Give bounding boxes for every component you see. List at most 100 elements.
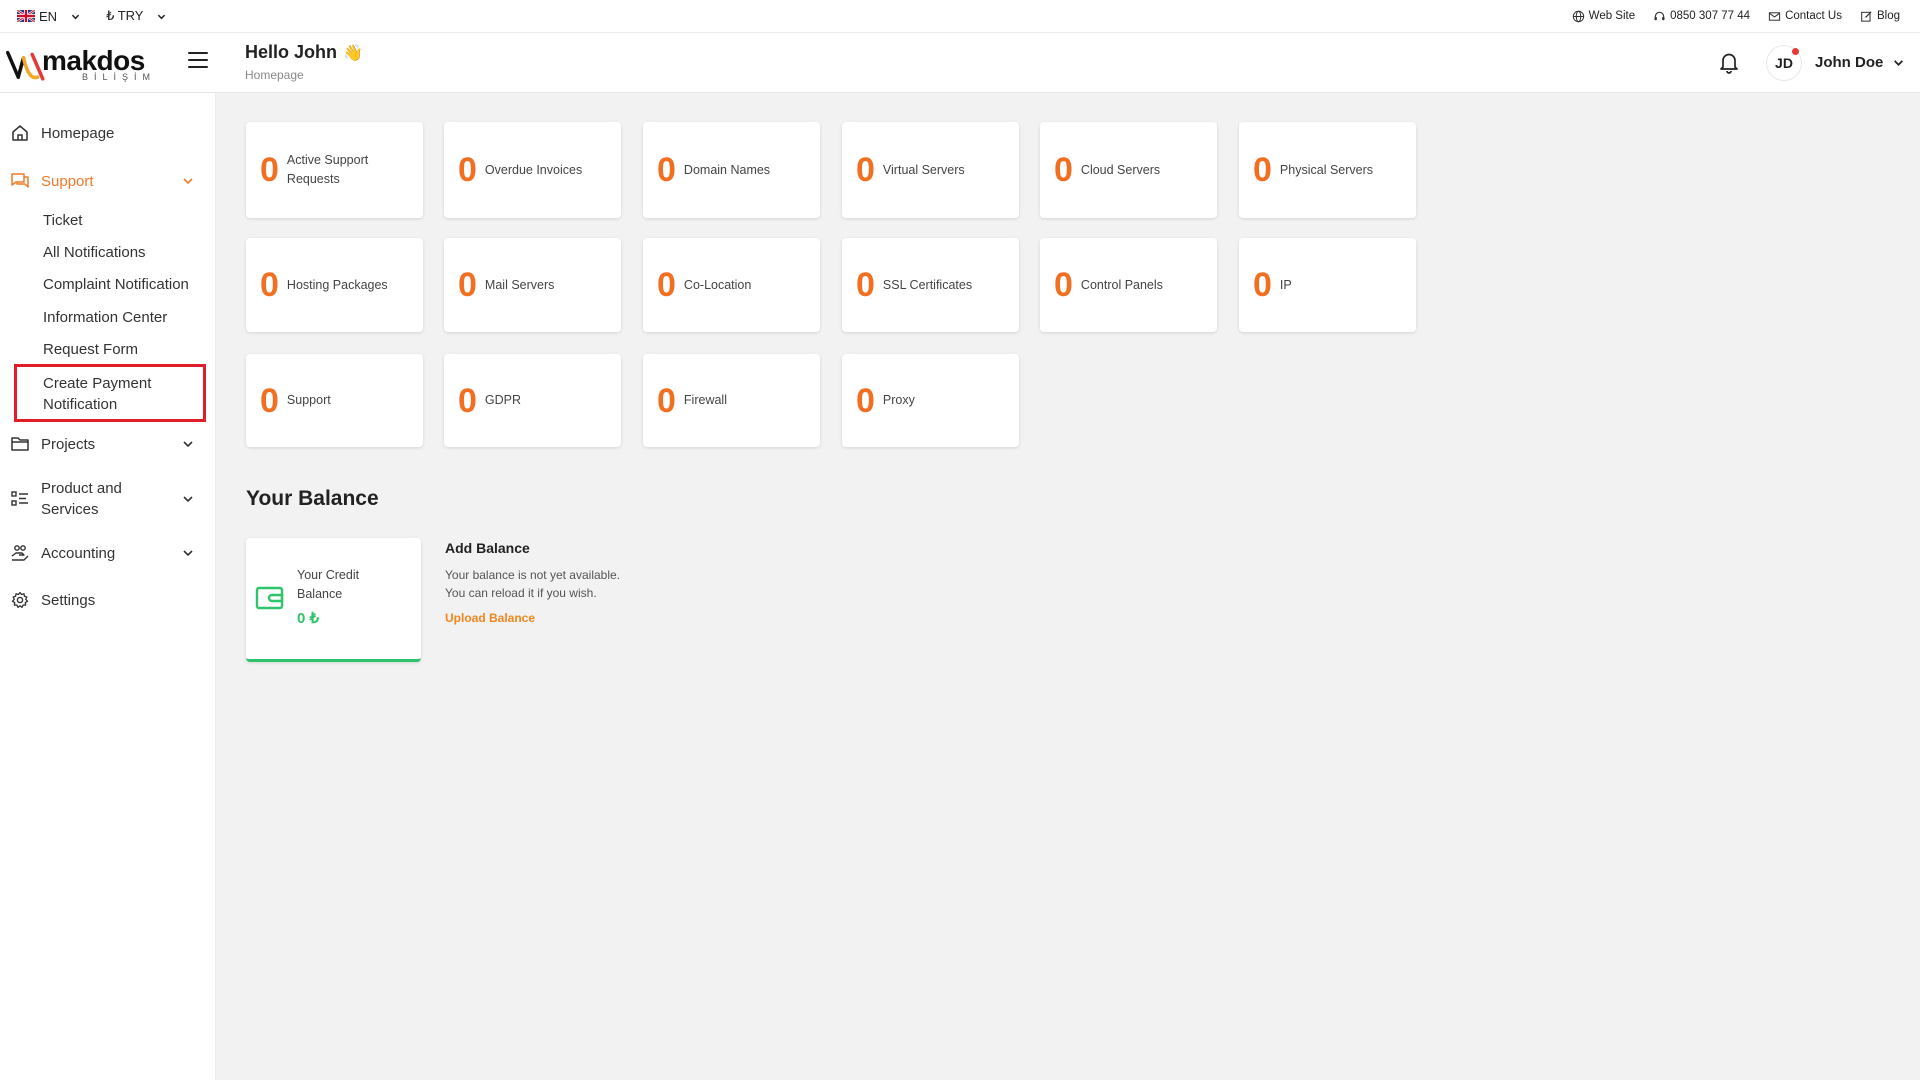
main-header: makdos BİLİŞİM Hello John 👋 Homepage JD …: [0, 33, 1920, 93]
card-proxy[interactable]: 0 Proxy: [842, 354, 1019, 447]
sidebar-item-product-and-services[interactable]: Product and Services: [0, 478, 216, 520]
makdos-logo[interactable]: makdos BİLİŞİM: [6, 43, 156, 85]
sidebar-item-homepage[interactable]: Homepage: [0, 123, 216, 143]
currency-label: ₺ TRY: [106, 8, 144, 23]
edit-icon: [1861, 10, 1872, 22]
card-label: Co-Location: [683, 277, 752, 292]
sidebar-item-label: Homepage: [41, 124, 115, 142]
card-count: 0: [1253, 151, 1272, 189]
sidebar-item-settings[interactable]: Settings: [0, 590, 216, 610]
add-balance-section: Add Balance Your balance is not yet avai…: [445, 540, 620, 627]
sidebar-subitem-all-notifications[interactable]: All Notifications: [43, 244, 146, 261]
card-mail-servers[interactable]: 0 Mail Servers: [444, 238, 621, 332]
card-count: 0: [458, 266, 477, 304]
card-control-panels[interactable]: 0 Control Panels: [1040, 238, 1217, 332]
sidebar-subitem-request-form[interactable]: Request Form: [43, 341, 138, 358]
card-gdpr[interactable]: 0 GDPR: [444, 354, 621, 447]
card-virtual-servers[interactable]: 0 Virtual Servers: [842, 122, 1019, 218]
card-count: 0: [1253, 266, 1272, 304]
notification-dot: [1792, 48, 1799, 55]
card-ssl-certificates[interactable]: 0 SSL Certificates: [842, 238, 1019, 332]
contact-link[interactable]: Contact Us: [1768, 10, 1842, 23]
card-count: 0: [260, 266, 279, 304]
mail-icon: [1768, 11, 1781, 21]
menu-toggle-icon[interactable]: [188, 52, 208, 70]
blog-link[interactable]: Blog: [1860, 10, 1900, 23]
blog-label: Blog: [1876, 10, 1900, 22]
sidebar-item-label: Projects: [41, 435, 96, 453]
contact-label: Contact Us: [1785, 10, 1842, 22]
card-firewall[interactable]: 0 Firewall: [643, 354, 820, 447]
currency-selector[interactable]: ₺ TRY: [106, 8, 166, 24]
sidebar: Homepage Support Ticket All Notification…: [0, 93, 216, 1080]
credit-balance-card: Your Credit Balance 0 ₺: [246, 538, 421, 662]
sidebar-item-accounting[interactable]: Accounting: [0, 543, 216, 563]
card-cloud-servers[interactable]: 0 Cloud Servers: [1040, 122, 1217, 218]
phone-link[interactable]: 0850 307 77 44: [1653, 10, 1750, 23]
card-label: GDPR: [484, 393, 522, 408]
accounting-icon: [11, 545, 29, 561]
sidebar-item-label: Support: [41, 172, 94, 190]
balance-title: Your Balance: [246, 487, 379, 510]
chevron-down-icon: [71, 14, 80, 19]
card-active-support-requests[interactable]: 0 Active Support Requests: [246, 122, 423, 218]
home-icon: [12, 125, 28, 141]
sidebar-subitem-information-center[interactable]: Information Center: [43, 309, 167, 326]
credit-balance-label: Your Credit Balance: [297, 568, 360, 602]
avatar-initials: JD: [1775, 55, 1793, 71]
card-label: Firewall: [683, 393, 727, 408]
sidebar-subitem-ticket[interactable]: Ticket: [43, 212, 82, 229]
card-count: 0: [1054, 266, 1073, 304]
card-ip[interactable]: 0 IP: [1239, 238, 1416, 332]
website-link[interactable]: Web Site: [1572, 10, 1635, 23]
logo-text: makdos: [41, 44, 145, 76]
user-menu[interactable]: John Doe: [1815, 54, 1904, 71]
language-selector[interactable]: EN: [17, 9, 80, 24]
sidebar-item-label: Product and Services: [41, 480, 122, 518]
chevron-down-icon: [158, 14, 166, 19]
card-count: 0: [657, 266, 676, 304]
card-label: Active Support Requests: [286, 153, 369, 186]
add-balance-text-line-1: Your balance is not yet available.: [445, 568, 621, 582]
card-physical-servers[interactable]: 0 Physical Servers: [1239, 122, 1416, 218]
card-count: 0: [856, 151, 875, 189]
card-count: 0: [458, 151, 477, 189]
language-label: EN: [39, 8, 58, 24]
wallet-icon: [255, 586, 284, 610]
card-label: Hosting Packages: [286, 277, 388, 292]
sidebar-item-projects[interactable]: Projects: [0, 434, 216, 454]
card-support[interactable]: 0 Support: [246, 354, 423, 447]
sidebar-item-support[interactable]: Support: [0, 171, 216, 191]
card-count: 0: [458, 381, 477, 420]
bell-icon[interactable]: [1718, 50, 1740, 74]
card-count: 0: [260, 151, 279, 189]
card-count: 0: [1054, 151, 1073, 189]
folder-icon: [11, 437, 29, 451]
card-hosting-packages[interactable]: 0 Hosting Packages: [246, 238, 423, 332]
logo-subtext: BİLİŞİM: [81, 71, 156, 82]
card-overdue-invoices[interactable]: 0 Overdue Invoices: [444, 122, 621, 218]
chevron-down-icon: [183, 496, 193, 503]
top-utility-bar: EN ₺ TRY Web Site 0850 307 77 44 Contact…: [0, 0, 1920, 33]
card-label: Domain Names: [683, 162, 771, 177]
card-domain-names[interactable]: 0 Domain Names: [643, 122, 820, 218]
chat-icon: [11, 173, 29, 188]
uk-flag-icon: [17, 10, 35, 22]
avatar[interactable]: JD: [1766, 45, 1802, 81]
wave-emoji-icon: 👋: [343, 44, 363, 62]
sidebar-item-label: Settings: [41, 591, 96, 609]
upload-balance-link[interactable]: Upload Balance: [445, 611, 535, 625]
user-name: John Doe: [1815, 54, 1884, 71]
greeting-block: Hello John 👋 Homepage: [245, 42, 363, 82]
card-label: Proxy: [882, 393, 915, 408]
card-count: 0: [657, 381, 676, 420]
add-balance-title: Add Balance: [445, 540, 530, 556]
card-co-location[interactable]: 0 Co-Location: [643, 238, 820, 332]
gear-icon: [11, 591, 29, 608]
card-label: Physical Servers: [1279, 162, 1374, 177]
sidebar-item-label: Accounting: [41, 544, 116, 562]
card-count: 0: [260, 381, 279, 420]
sidebar-subitem-complaint-notification[interactable]: Complaint Notification: [43, 276, 189, 293]
card-label: Overdue Invoices: [484, 162, 583, 177]
phone-label: 0850 307 77 44: [1670, 10, 1751, 22]
